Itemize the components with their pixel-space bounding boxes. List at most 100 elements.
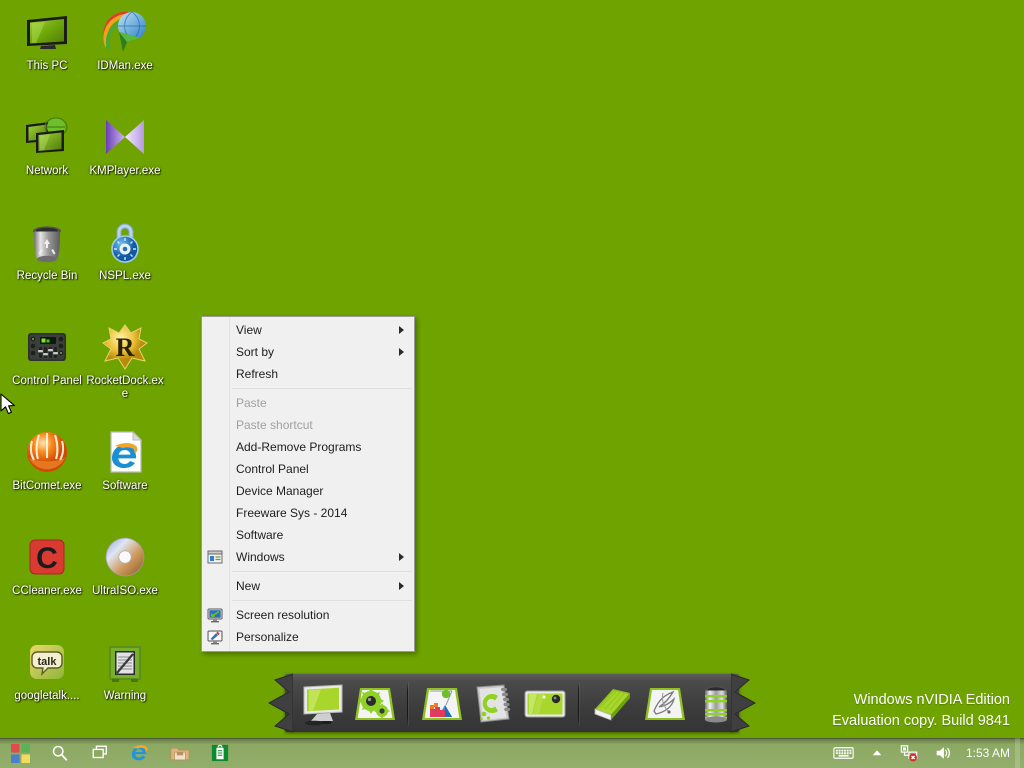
desktop-icon-label: googletalk.... [8, 690, 86, 703]
desktop-icon-nspl[interactable]: NSPL.exe [86, 218, 164, 283]
window-icon [207, 549, 223, 565]
desktop-context-menu[interactable]: View Sort by Refresh Paste Paste shortcutAdd… [201, 316, 415, 652]
folder-icon [170, 745, 190, 762]
desktop-icon-label: IDMan.exe [86, 60, 164, 73]
desktop-icon-this-pc[interactable]: This PC [8, 8, 86, 73]
svg-text:C: C [36, 542, 58, 575]
svg-text:talk: talk [38, 656, 58, 668]
system-tray [825, 738, 960, 768]
watermark-line-1: Windows nVIDIA Edition [832, 690, 1010, 711]
dock-paint[interactable] [639, 679, 689, 729]
store-icon [211, 744, 229, 762]
desktop-icon-kmplayer[interactable]: KMPlayer.exe [86, 113, 164, 178]
context-menu-item-label: Paste [236, 396, 267, 410]
dock-my-computer[interactable] [297, 679, 347, 729]
network-status[interactable] [892, 738, 926, 768]
trash-dock-icon [691, 679, 741, 729]
rocketdock[interactable] [267, 664, 757, 742]
desktop[interactable]: This PC IDMan.exe Network KMPlayer.exe R… [0, 0, 1024, 768]
googletalk-icon: talk [23, 638, 71, 686]
context-menu-item-screen-resolution[interactable]: Screen resolution [202, 604, 414, 626]
context-menu-item-software[interactable]: Software [202, 524, 414, 546]
context-menu-item-view[interactable]: View [202, 319, 414, 341]
submenu-arrow-icon [399, 348, 404, 356]
context-menu-item-label: New [236, 579, 260, 593]
internet-explorer[interactable] [120, 738, 160, 768]
context-menu-item-label: Refresh [236, 367, 278, 381]
desktop-icon-label: NSPL.exe [86, 270, 164, 283]
desktop-icon-label: UltraISO.exe [86, 585, 164, 598]
network-error-icon [900, 744, 918, 762]
desktop-icon-idman[interactable]: IDMan.exe [86, 8, 164, 73]
dock-ccleaner[interactable] [468, 679, 518, 729]
context-menu-item-label: Freeware Sys - 2014 [236, 506, 347, 520]
desktop-icon-label: CCleaner.exe [8, 585, 86, 598]
context-menu-item-label: Screen resolution [236, 608, 329, 622]
desktop-icon-rocketdock[interactable]: RRocketDock.exe [86, 323, 164, 401]
taskbar-notification-area: 1:53 AM [825, 738, 1020, 768]
start-button[interactable] [0, 738, 40, 768]
desktop-icon-googletalk[interactable]: talk googletalk.... [8, 638, 86, 703]
padlock-icon [101, 218, 149, 266]
show-hidden-icons[interactable] [862, 738, 892, 768]
context-menu-separator [232, 600, 412, 601]
context-menu-item-paste-shortcut: Paste shortcut [202, 414, 414, 436]
context-menu-item-device-manager[interactable]: Device Manager [202, 480, 414, 502]
network-icon [23, 113, 71, 161]
show-desktop-button[interactable] [1015, 738, 1020, 768]
context-menu-item-add-remove-programs[interactable]: Add-Remove Programs [202, 436, 414, 458]
touch-keyboard-button[interactable] [825, 738, 862, 768]
desktop-icon-label: Warning [86, 690, 164, 703]
context-menu-item-label: Sort by [236, 345, 274, 359]
gears-dock-icon [349, 679, 399, 729]
kmplayer-icon [101, 113, 149, 161]
submenu-arrow-icon [399, 326, 404, 334]
context-menu-item-label: Control Panel [236, 462, 309, 476]
context-menu-item-control-panel[interactable]: Control Panel [202, 458, 414, 480]
task-view-button[interactable] [80, 738, 120, 768]
dock-separator-2 [578, 682, 579, 726]
context-menu-item-freeware-sys-2014[interactable]: Freeware Sys - 2014 [202, 502, 414, 524]
desktop-icon-control-panel[interactable]: Control Panel [8, 323, 86, 388]
search-icon [51, 744, 69, 762]
context-menu-item-windows[interactable]: Windows [202, 546, 414, 568]
store-button[interactable] [200, 738, 240, 768]
desktop-icon-software[interactable]: Software [86, 428, 164, 493]
dock-graphics[interactable] [416, 679, 466, 729]
taskbar[interactable]: 1:53 AM [0, 738, 1024, 768]
context-menu-item-label: View [236, 323, 262, 337]
desktop-icon-label: This PC [8, 60, 86, 73]
context-menu-item-label: Software [236, 528, 283, 542]
context-menu-items: View Sort by Refresh Paste Paste shortcutAdd… [202, 319, 414, 648]
desktop-icon-network[interactable]: Network [8, 113, 86, 178]
desktop-icon-bitcomet[interactable]: BitComet.exe [8, 428, 86, 493]
desktop-icon-label: Control Panel [8, 375, 86, 388]
desktop-icon-ultraiso[interactable]: UltraISO.exe [86, 533, 164, 598]
taskbar-clock[interactable]: 1:53 AM [960, 738, 1020, 768]
task-view-icon [91, 744, 109, 762]
desktop-icon-ccleaner[interactable]: C CCleaner.exe [8, 533, 86, 598]
file-explorer[interactable] [160, 738, 200, 768]
dock-recycle-bin[interactable] [691, 679, 741, 729]
monitor-icon [23, 8, 71, 56]
desktop-icon-label: KMPlayer.exe [86, 165, 164, 178]
search-button[interactable] [40, 738, 80, 768]
dock-documents[interactable] [587, 679, 637, 729]
dock-photos[interactable] [520, 679, 570, 729]
idm-globe-icon [101, 8, 149, 56]
volume-button[interactable] [926, 738, 960, 768]
context-menu-item-sort-by[interactable]: Sort by [202, 341, 414, 363]
internet-explorer-icon [130, 743, 150, 763]
context-menu-item-refresh[interactable]: Refresh [202, 363, 414, 385]
recycle-bin-icon [23, 218, 71, 266]
context-menu-item-new[interactable]: New [202, 575, 414, 597]
desktop-icon-warning[interactable]: Warning [86, 638, 164, 703]
desktop-icon-label: RocketDock.exe [86, 375, 164, 401]
chevron-up-icon [870, 746, 884, 760]
desktop-icon-recycle-bin[interactable]: Recycle Bin [8, 218, 86, 283]
desktop-icon-label: Recycle Bin [8, 270, 86, 283]
context-menu-item-personalize[interactable]: Personalize [202, 626, 414, 648]
personalize-icon [207, 629, 223, 645]
dock-settings[interactable] [349, 679, 399, 729]
submenu-arrow-icon [399, 582, 404, 590]
